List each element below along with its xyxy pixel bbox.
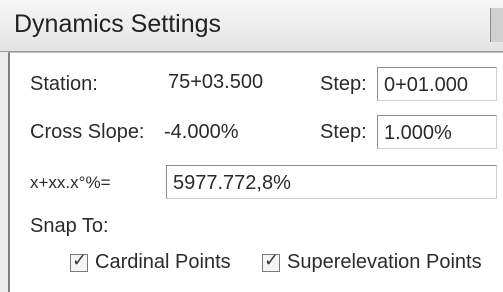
title-bar: Dynamics Settings bbox=[0, 0, 503, 52]
superelevation-points-label: Superelevation Points bbox=[287, 251, 482, 273]
station-step-input[interactable]: 0+01.000 bbox=[377, 67, 497, 101]
station-value: 75+03.500 bbox=[168, 71, 264, 93]
cardinal-points-label: Cardinal Points bbox=[95, 251, 231, 273]
window-title: Dynamics Settings bbox=[14, 10, 222, 38]
cardinal-points-checkbox[interactable]: ✓ bbox=[70, 250, 88, 272]
settings-panel: Station: 75+03.500 Step: 0+01.000 Cross … bbox=[8, 52, 503, 292]
formula-input[interactable]: 5977.772,8% bbox=[166, 165, 497, 199]
superelevation-points-checkbox[interactable]: ✓ bbox=[262, 250, 280, 272]
snap-to-label: Snap To: bbox=[30, 215, 109, 237]
cross-slope-value: -4.000% bbox=[164, 121, 239, 143]
window-control-button[interactable] bbox=[490, 8, 503, 42]
checkmark-icon: ✓ bbox=[264, 250, 280, 271]
station-step-label: Step: bbox=[320, 73, 367, 95]
formula-label: x+xx.x°%= bbox=[30, 173, 111, 192]
cross-slope-step-input[interactable]: 1.000% bbox=[377, 115, 497, 149]
station-label: Station: bbox=[30, 73, 98, 95]
checkmark-icon: ✓ bbox=[72, 250, 88, 271]
cross-slope-label: Cross Slope: bbox=[30, 121, 145, 143]
cross-slope-step-label: Step: bbox=[320, 121, 367, 143]
